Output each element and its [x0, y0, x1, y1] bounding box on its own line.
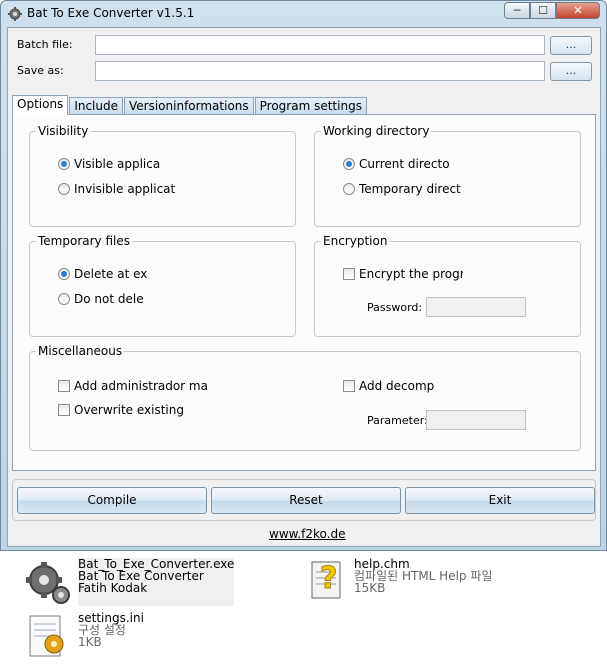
delete-at-exit-radio[interactable]: Delete at ex	[58, 267, 158, 281]
temporary-directory-label: Temporary direct	[359, 182, 461, 196]
radio-checked-icon	[58, 268, 70, 280]
password-input[interactable]	[426, 297, 526, 317]
do-not-delete-radio[interactable]: Do not dele	[58, 292, 158, 306]
do-not-delete-label: Do not dele	[74, 292, 144, 306]
checkbox-icon	[58, 380, 70, 392]
close-button[interactable]: ✕	[556, 2, 600, 19]
website-link[interactable]: www.f2ko.de	[269, 527, 345, 541]
working-directory-group: Working directory Current directo Tempor…	[314, 124, 581, 227]
tab-strip: Options Include Versioninformations Prog…	[12, 94, 368, 115]
temporary-directory-radio[interactable]: Temporary direct	[343, 182, 473, 196]
tab-program-settings[interactable]: Program settings	[254, 97, 367, 114]
visibility-group: Visibility Visible applica Invisible app…	[29, 124, 296, 227]
title-bar[interactable]: Bat To Exe Converter v1.5.1 ─ ☐ ✕	[1, 1, 606, 27]
overwrite-existing-checkbox[interactable]: Overwrite existing fi	[58, 403, 188, 417]
current-directory-label: Current directo	[359, 157, 450, 171]
password-label: Password:	[367, 301, 423, 314]
parameter-label: Parameter:	[367, 414, 428, 427]
add-administrator-manifest-checkbox[interactable]: Add administrador man	[58, 379, 208, 393]
exe-file-author: Fatih Kodak	[78, 581, 148, 595]
file-item-exe[interactable]: Bat_To_Exe_Converter.exe Bat To Exe Conv…	[24, 558, 235, 606]
overwrite-existing-label: Overwrite existing fi	[74, 403, 188, 417]
checkbox-icon	[343, 380, 355, 392]
batch-browse-button[interactable]: ...	[550, 36, 592, 55]
batch-file-label: Batch file:	[17, 38, 73, 51]
miscellaneous-group: Miscellaneous Add administrador man Over…	[29, 344, 581, 451]
tab-versioninformations[interactable]: Versioninformations	[124, 97, 254, 114]
save-as-label: Save as:	[17, 64, 64, 77]
gear-icon	[8, 7, 22, 21]
radio-unchecked-icon	[58, 293, 70, 305]
app-window: Bat To Exe Converter v1.5.1 ─ ☐ ✕ Batch …	[0, 0, 607, 551]
client-area: Batch file: ... Save as: ... Options Inc…	[7, 27, 601, 547]
radio-checked-icon	[343, 158, 355, 170]
encrypt-label: Encrypt the progr	[359, 267, 463, 281]
temporary-files-group: Temporary files Delete at ex Do not dele	[29, 234, 296, 337]
checkbox-icon	[343, 268, 355, 280]
file-item-ini[interactable]: settings.ini 구성 설정 1KB	[24, 612, 144, 660]
gears-icon	[26, 562, 70, 604]
compile-button[interactable]: Compile	[17, 487, 207, 514]
ini-file-text: settings.ini 구성 설정 1KB	[78, 612, 144, 660]
exe-file-text: Bat_To_Exe_Converter.exe Bat To Exe Conv…	[78, 558, 235, 606]
minimize-button[interactable]: ─	[504, 2, 530, 19]
add-administrator-label: Add administrador man	[74, 379, 208, 393]
save-as-input[interactable]	[95, 61, 545, 81]
miscellaneous-title: Miscellaneous	[36, 344, 125, 358]
visibility-title: Visibility	[36, 124, 91, 138]
window-title: Bat To Exe Converter v1.5.1	[27, 6, 195, 20]
visible-application-label: Visible applica	[74, 157, 161, 171]
invisible-application-label: Invisible applicat	[74, 182, 176, 196]
save-browse-button[interactable]: ...	[550, 62, 592, 81]
config-file-icon	[29, 615, 64, 657]
encrypt-checkbox[interactable]: Encrypt the progr	[343, 267, 463, 281]
chm-file-size: 15KB	[354, 581, 386, 595]
file-item-chm[interactable]: ? help.chm 컴파일된 HTML Help 파일 15KB	[308, 558, 492, 602]
parameter-input[interactable]	[426, 410, 526, 430]
invisible-application-radio[interactable]: Invisible applicat	[58, 182, 178, 196]
add-decompiler-checkbox[interactable]: Add decomp	[343, 379, 443, 393]
help-file-icon: ?	[311, 561, 341, 599]
tab-include[interactable]: Include	[69, 97, 123, 114]
maximize-button[interactable]: ☐	[530, 2, 556, 19]
options-panel: Visibility Visible applica Invisible app…	[12, 114, 596, 471]
encryption-title: Encryption	[321, 234, 390, 248]
working-directory-title: Working directory	[321, 124, 432, 138]
reset-button[interactable]: Reset	[211, 487, 401, 514]
radio-checked-icon	[58, 158, 70, 170]
delete-at-exit-label: Delete at ex	[74, 267, 148, 281]
radio-unchecked-icon	[343, 183, 355, 195]
tab-options[interactable]: Options	[12, 95, 69, 115]
add-decompiler-label: Add decomp	[359, 379, 435, 393]
chm-file-text: help.chm 컴파일된 HTML Help 파일 15KB	[354, 558, 492, 602]
exit-button[interactable]: Exit	[405, 487, 595, 514]
temporary-files-title: Temporary files	[36, 234, 132, 248]
batch-file-input[interactable]	[95, 35, 545, 55]
button-bar: Compile Reset Exit	[12, 479, 596, 521]
svg-text:?: ?	[320, 561, 337, 596]
radio-unchecked-icon	[58, 183, 70, 195]
checkbox-icon	[58, 404, 70, 416]
ini-file-size: 1KB	[78, 635, 102, 649]
visible-application-radio[interactable]: Visible applica	[58, 157, 168, 171]
current-directory-radio[interactable]: Current directo	[343, 157, 473, 171]
encryption-group: Encryption Encrypt the progr Password:	[314, 234, 581, 337]
